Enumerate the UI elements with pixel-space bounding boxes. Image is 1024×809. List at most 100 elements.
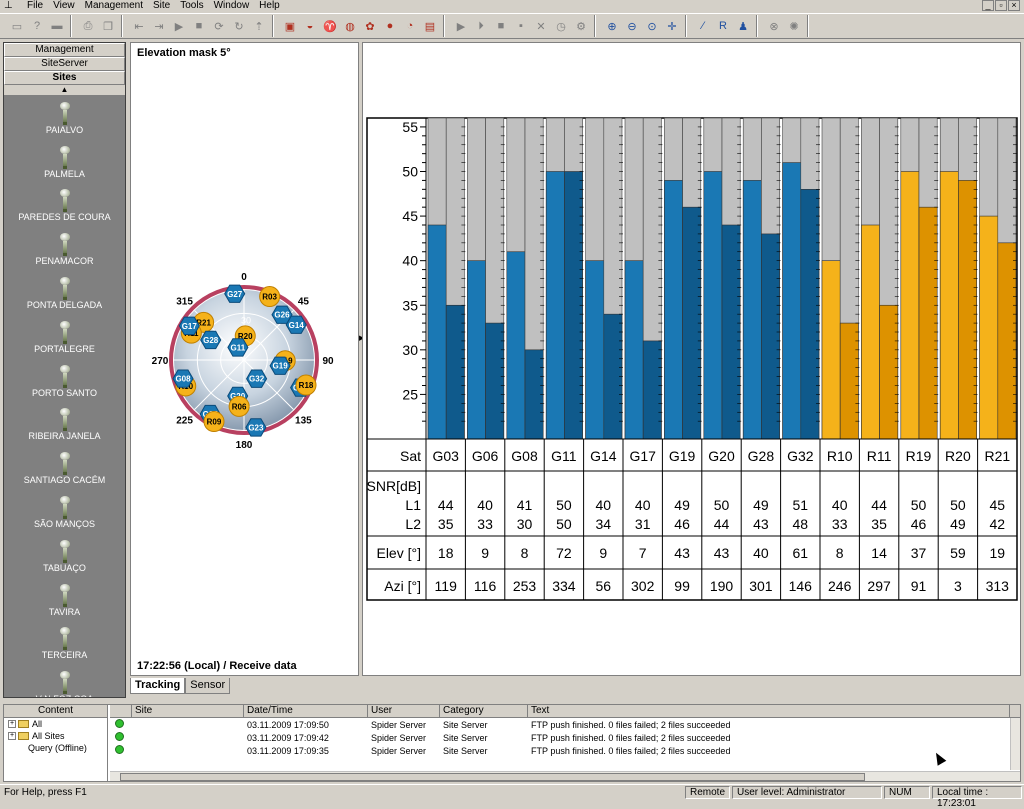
expand-icon[interactable]: + — [8, 732, 16, 740]
tree-node-query[interactable]: Query (Offline) — [4, 742, 107, 754]
page-icon[interactable]: ▭ — [8, 17, 26, 35]
print-icon[interactable]: ⎙ — [79, 17, 97, 35]
antenna-icon — [58, 495, 72, 519]
tools-icon[interactable]: ✕ — [532, 17, 550, 35]
log-datetime: 03.11.2009 17:09:50 — [247, 719, 329, 730]
site-item[interactable]: V N FOZ COA — [4, 664, 125, 697]
stop2-icon[interactable]: ■ — [492, 17, 510, 35]
sat-id: G08 — [511, 448, 538, 464]
zoom-in-icon[interactable]: ⊕ — [603, 17, 621, 35]
sync-icon[interactable]: ⟳ — [210, 17, 228, 35]
zoom-out-icon[interactable]: ⊖ — [623, 17, 641, 35]
menu-site[interactable]: Site — [148, 0, 175, 12]
satellite-label: R09 — [207, 418, 222, 427]
site-item[interactable]: TAVIRA — [4, 577, 125, 621]
chart-icon[interactable]: ▤ — [421, 17, 439, 35]
log-text: FTP push finished. 0 files failed; 2 fil… — [531, 745, 731, 756]
tree-node-all[interactable]: + All — [4, 718, 107, 730]
compass-icon[interactable]: ✺ — [785, 17, 803, 35]
step-fwd-icon[interactable]: ⇥ — [150, 17, 168, 35]
site-item[interactable]: TABUAÇO — [4, 533, 125, 577]
col-text[interactable]: Text — [528, 705, 1010, 717]
help-icon[interactable]: ? — [28, 17, 46, 35]
clock-icon[interactable]: ◷ — [552, 17, 570, 35]
play-icon[interactable]: ▶ — [170, 17, 188, 35]
expand-icon[interactable]: + — [8, 720, 16, 728]
scroll-thumb[interactable] — [120, 773, 865, 781]
snr-bar-l1 — [979, 215, 999, 440]
snr-l1-value: 51 — [793, 497, 809, 513]
crosshair-icon[interactable]: ✛ — [663, 17, 681, 35]
menu-tools[interactable]: Tools — [175, 0, 208, 12]
satellite-icon[interactable]: ⊗ — [765, 17, 783, 35]
sat-id: R20 — [945, 448, 971, 464]
flower-icon[interactable]: ✿ — [361, 17, 379, 35]
restore-button[interactable]: ▫ — [995, 0, 1007, 11]
log-row[interactable]: 03.11.2009 17:09:42 Spider Server Site Ser… — [110, 731, 1020, 744]
user-icon[interactable]: ♟ — [734, 17, 752, 35]
site-item[interactable]: PONTA DELGADA — [4, 270, 125, 314]
site-item[interactable]: SANTIAGO CACÉM — [4, 445, 125, 489]
arrow-up-icon[interactable]: ⇡ — [250, 17, 268, 35]
log-row[interactable]: 03.11.2009 17:09:50 Spider Server Site Ser… — [110, 718, 1020, 731]
menu-file[interactable]: File — [22, 0, 48, 12]
sat-id: G19 — [669, 448, 696, 464]
site-item[interactable]: PENAMACOR — [4, 226, 125, 270]
play2-icon[interactable]: ▶ — [452, 17, 470, 35]
site-item[interactable]: SÃO MANÇOS — [4, 489, 125, 533]
tab-tracking[interactable]: Tracking — [130, 678, 186, 694]
col-category[interactable]: Category — [440, 705, 528, 717]
scroll-up-icon[interactable]: ▲ — [4, 85, 125, 95]
gauge-icon[interactable]: ◔ — [401, 17, 419, 35]
drop-icon[interactable]: ● — [381, 17, 399, 35]
book-icon[interactable]: ▬ — [48, 17, 66, 35]
nav-siteserver-button[interactable]: SiteServer — [4, 57, 125, 71]
play3-icon[interactable]: ⏵ — [472, 17, 490, 35]
azi-value: 119 — [435, 578, 458, 594]
box-icon[interactable]: ▣ — [281, 17, 299, 35]
tab-sensor[interactable]: Sensor — [185, 678, 231, 694]
gear-icon[interactable]: ⚙ — [572, 17, 590, 35]
menu-view[interactable]: View — [48, 0, 80, 12]
zoom-icon[interactable]: ⊙ — [643, 17, 661, 35]
menu-management[interactable]: Management — [80, 0, 148, 12]
globe-icon[interactable]: ◍ — [341, 17, 359, 35]
minimize-button[interactable]: _ — [982, 0, 994, 11]
site-item[interactable]: PAIALVO — [4, 95, 125, 139]
log-row[interactable]: 03.11.2009 17:09:35 Spider Server Site Ser… — [110, 744, 1020, 757]
status-bar: For Help, press F1 Remote User level: Ad… — [0, 784, 1024, 809]
close-button[interactable]: × — [1008, 0, 1020, 11]
stop-icon[interactable]: ■ — [190, 17, 208, 35]
r-icon[interactable]: R — [714, 17, 732, 35]
toolbar-group: ▣ ◒ ♈ ◍ ✿ ● ◔ ▤ — [277, 15, 444, 37]
col-user[interactable]: User — [368, 705, 440, 717]
menu-window[interactable]: Window — [209, 0, 255, 12]
help-hint: For Help, press F1 — [4, 787, 87, 798]
menu-help[interactable]: Help — [254, 0, 285, 12]
copy-icon[interactable]: ❐ — [99, 17, 117, 35]
record-icon[interactable]: ▪ — [512, 17, 530, 35]
content-tree-header[interactable]: Content — [4, 705, 107, 718]
azimuth-label: 270 — [152, 356, 169, 367]
step-back-icon[interactable]: ⇤ — [130, 17, 148, 35]
snr-bar-l1 — [545, 171, 565, 440]
refresh-icon[interactable]: ↻ — [230, 17, 248, 35]
site-item[interactable]: PALMELA — [4, 139, 125, 183]
tree-node-all-sites[interactable]: + All Sites — [4, 730, 107, 742]
nav-sites-button[interactable]: Sites — [4, 71, 125, 85]
site-item[interactable]: PORTALEGRE — [4, 314, 125, 358]
col-datetime[interactable]: Date/Time — [244, 705, 368, 717]
site-item[interactable]: TERCEIRA — [4, 621, 125, 665]
wand-icon[interactable]: ⁄ — [694, 17, 712, 35]
antenna-icon[interactable]: ♈ — [321, 17, 339, 35]
antenna-icon — [58, 583, 72, 607]
dish-icon[interactable]: ◒ — [301, 17, 319, 35]
col-site[interactable]: Site — [132, 705, 244, 717]
site-item[interactable]: PORTO SANTO — [4, 358, 125, 402]
site-item[interactable]: PAREDES DE COURA — [4, 183, 125, 227]
site-item[interactable]: RIBEIRA JANELA — [4, 402, 125, 446]
log-vertical-scrollbar[interactable] — [1010, 718, 1020, 770]
log-horizontal-scrollbar[interactable] — [110, 771, 1020, 781]
nav-management-button[interactable]: Management — [4, 43, 125, 57]
site-label: PAREDES DE COURA — [18, 212, 111, 223]
